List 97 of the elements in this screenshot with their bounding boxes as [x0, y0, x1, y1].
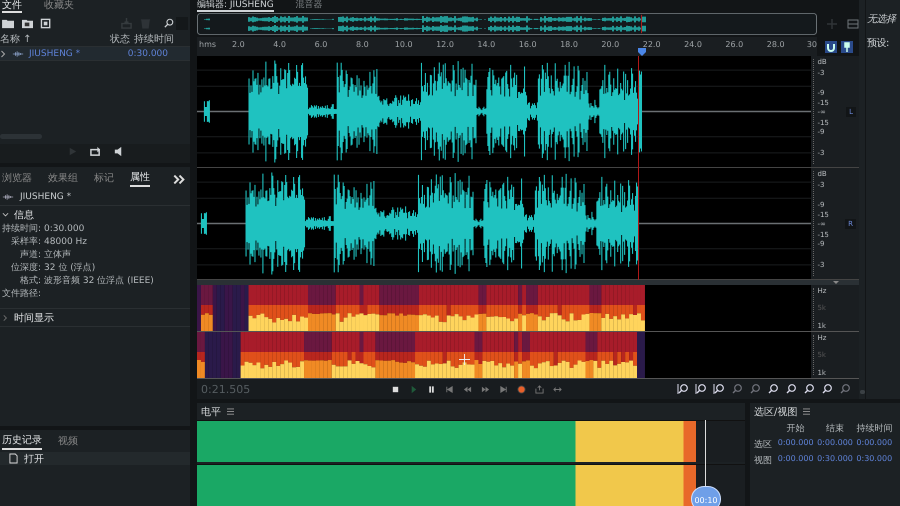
- panel-tab[interactable]: 浏览器: [2, 172, 32, 186]
- panel-tab[interactable]: 收藏夹: [44, 0, 74, 11]
- output-icon[interactable]: [535, 384, 544, 394]
- file-duration: 0:30.000: [128, 48, 168, 58]
- ruler-label: 8.0: [356, 40, 369, 49]
- waveform-drawing[interactable]: [197, 56, 812, 168]
- magnet-icon[interactable]: [825, 40, 837, 53]
- document-icon: [9, 453, 18, 464]
- column-header[interactable]: 状态: [110, 32, 134, 46]
- field-value: 立体声: [44, 249, 72, 261]
- section-title[interactable]: 时间显示: [14, 310, 54, 324]
- waveform-icon: [2, 193, 14, 201]
- field-value: 0:30.000: [44, 223, 86, 235]
- time-value[interactable]: 0:30.000: [854, 454, 894, 467]
- ruler-label: 18.0: [560, 40, 578, 49]
- zoom-icon[interactable]: [785, 383, 797, 396]
- waveform-drawing[interactable]: [197, 168, 812, 280]
- zoom-icon[interactable]: [713, 383, 725, 396]
- pause-icon[interactable]: [427, 384, 436, 394]
- ruler-label: 22.0: [642, 40, 661, 49]
- fast-forward-icon[interactable]: [481, 384, 490, 394]
- waveform-icon: [12, 50, 24, 58]
- column-header[interactable]: 名称 ↑: [0, 32, 110, 46]
- time-value[interactable]: 0:30.000: [815, 454, 855, 467]
- ruler-label: 26.0: [725, 40, 744, 49]
- time-value[interactable]: 0:00.000: [854, 438, 894, 451]
- time-ruler[interactable]: hms 2.0 4.0 6.0 8.0 10.0 12.0 14.0 16.0 18.0 20.0 22.0 24.0 26.0 28.0 30: [197, 36, 817, 57]
- file-row[interactable]: JIUSHENG * 0:30.000: [0, 46, 190, 61]
- new-file-icon[interactable]: [40, 18, 53, 28]
- panel-text: 无选择: [867, 12, 898, 26]
- skip-forward-icon[interactable]: [499, 384, 508, 394]
- more-panels-icon[interactable]: [173, 174, 186, 184]
- zoom-icon[interactable]: [803, 383, 815, 396]
- field-label: 持续时间:: [2, 223, 42, 235]
- ruler-label: 2.0: [232, 40, 245, 49]
- stop-icon[interactable]: [391, 384, 400, 394]
- history-item[interactable]: 打开: [0, 452, 190, 465]
- panel-tab[interactable]: 标记: [94, 172, 114, 186]
- time-value[interactable]: 0:00.000: [776, 454, 816, 467]
- ruler-label: 4.0: [273, 40, 286, 49]
- column-header: 开始: [786, 423, 806, 435]
- zoom-icon[interactable]: [695, 383, 707, 396]
- loop-icon[interactable]: [88, 146, 102, 157]
- column-header: 持续时间: [855, 422, 894, 435]
- row-label: 选区: [754, 438, 773, 451]
- field-label: 格式:: [19, 275, 42, 287]
- record-icon[interactable]: [517, 384, 526, 394]
- row-label: 视图: [754, 454, 773, 467]
- ruler-label: 12.0: [436, 40, 454, 49]
- field-label: 声道:: [19, 249, 42, 261]
- file-name: JIUSHENG *: [29, 48, 80, 58]
- skip-back-icon[interactable]: [445, 384, 454, 394]
- field-label: 位深度:: [10, 262, 42, 274]
- panel-tab[interactable]: 属性: [130, 172, 150, 186]
- ruler-label: 24.0: [684, 40, 702, 49]
- panel-title[interactable]: 选区/视图: [754, 404, 798, 418]
- field-value: 波形音频 32 位浮点 (IEEE): [44, 275, 155, 287]
- search-icon[interactable]: [164, 18, 174, 28]
- list-icon[interactable]: [847, 18, 859, 30]
- zoom-icon[interactable]: [821, 383, 833, 396]
- ruler-label: 10.0: [394, 40, 413, 49]
- menu-icon[interactable]: [803, 408, 810, 415]
- scrollbar-thumb[interactable]: [860, 390, 864, 394]
- ruler-label: 28.0: [766, 40, 785, 49]
- crosshair-cursor-icon: [459, 354, 470, 366]
- pin-icon[interactable]: [841, 40, 853, 53]
- field-label: 文件路径:: [2, 288, 42, 300]
- zoom-icon[interactable]: [767, 383, 779, 396]
- overview-waveform-drawing[interactable]: [197, 12, 817, 35]
- ruler-label: 30: [806, 40, 817, 49]
- panel-tab[interactable]: 效果组: [48, 172, 78, 186]
- panel-text: 预设:: [867, 37, 890, 50]
- field-value: 32 位 (浮点): [44, 262, 96, 274]
- column-header[interactable]: 持续时间: [134, 32, 174, 46]
- time-value[interactable]: 0:00.000: [815, 438, 855, 451]
- ruler-label: 16.0: [518, 40, 537, 49]
- panel-tab[interactable]: 视频: [58, 436, 78, 448]
- field-label: 采样率:: [10, 236, 42, 248]
- ruler-label: 6.0: [314, 40, 328, 49]
- folder-import-icon[interactable]: [21, 18, 34, 28]
- time-value[interactable]: 0:00.000: [776, 438, 816, 451]
- folder-icon[interactable]: [2, 18, 15, 28]
- ruler-label: 14.0: [477, 40, 496, 49]
- file-name: JIUSHENG *: [20, 192, 72, 202]
- column-header: 结束: [824, 422, 845, 435]
- zoom-icon[interactable]: [677, 383, 689, 396]
- time-display: 0:21.505: [200, 382, 252, 396]
- menu-icon[interactable]: [227, 408, 234, 415]
- section-title[interactable]: 信息: [14, 208, 34, 222]
- ruler-unit: hms: [199, 40, 216, 49]
- skip-selection-icon[interactable]: [553, 384, 562, 394]
- field-value: 48000 Hz: [44, 236, 88, 248]
- ruler-label: 20.0: [601, 40, 620, 49]
- rewind-icon[interactable]: [463, 384, 472, 394]
- panel-title[interactable]: 电平: [201, 404, 221, 418]
- panel-tab[interactable]: 历史记录: [2, 434, 42, 450]
- playhead-line[interactable]: [638, 56, 639, 280]
